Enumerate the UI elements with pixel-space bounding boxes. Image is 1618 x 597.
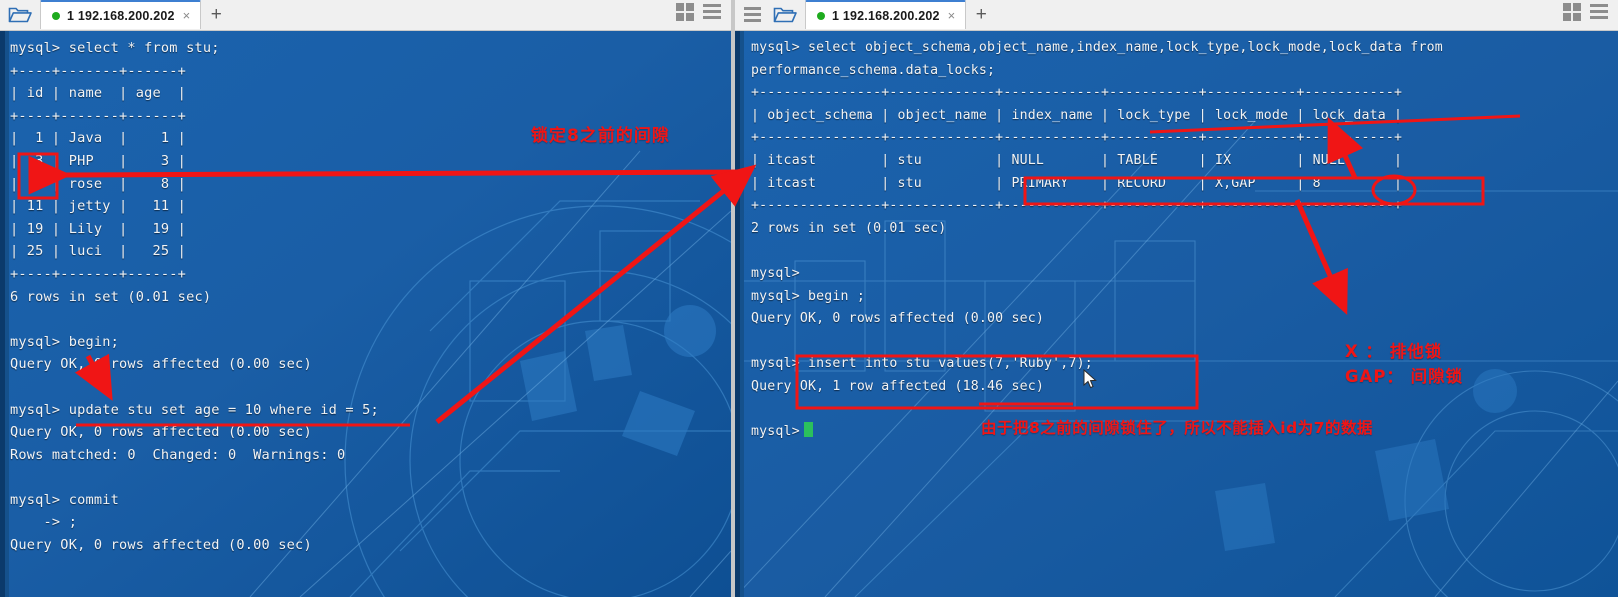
grid-layout-icon[interactable] — [676, 2, 694, 21]
new-tab-button[interactable]: + — [966, 0, 996, 29]
tab-label: 1 192.168.200.202 — [67, 8, 175, 23]
right-terminal-body[interactable]: mysql> select object_schema,object_name,… — [735, 31, 1618, 597]
terminal-cursor — [803, 422, 813, 438]
right-terminal-output: mysql> select object_schema,object_name,… — [751, 40, 1443, 440]
folder-open-icon[interactable] — [765, 0, 805, 30]
right-tab-bar: 1 192.168.200.202 × + — [735, 0, 1618, 31]
left-terminal-output: mysql> select * from stu; +----+-------+… — [10, 40, 379, 554]
left-tab-bar: 1 192.168.200.202 × + — [0, 0, 731, 31]
grid-layout-icon[interactable] — [1563, 2, 1581, 21]
tab-192-168-200-202[interactable]: 1 192.168.200.202 × — [805, 0, 967, 29]
hamburger-menu-icon[interactable] — [739, 0, 765, 30]
tab-label: 1 192.168.200.202 — [832, 8, 940, 23]
folder-open-icon[interactable] — [0, 0, 40, 30]
connected-status-dot — [817, 11, 825, 20]
close-icon[interactable]: × — [947, 9, 957, 22]
dual-terminal-window: 1 192.168.200.202 × + mysql> select * fr… — [0, 0, 1618, 597]
close-icon[interactable]: × — [182, 9, 192, 22]
left-terminal-window: 1 192.168.200.202 × + mysql> select * fr… — [0, 0, 731, 597]
hamburger-menu-icon[interactable] — [1590, 4, 1608, 19]
right-terminal-window: 1 192.168.200.202 × + mysql> select obje… — [735, 0, 1618, 597]
mouse-cursor-icon — [1083, 368, 1097, 394]
connected-status-dot — [52, 11, 60, 20]
left-terminal-body[interactable]: mysql> select * from stu; +----+-------+… — [0, 31, 731, 597]
new-tab-button[interactable]: + — [201, 0, 231, 29]
tab-192-168-200-202[interactable]: 1 192.168.200.202 × — [40, 0, 202, 29]
hamburger-menu-icon[interactable] — [703, 4, 721, 19]
